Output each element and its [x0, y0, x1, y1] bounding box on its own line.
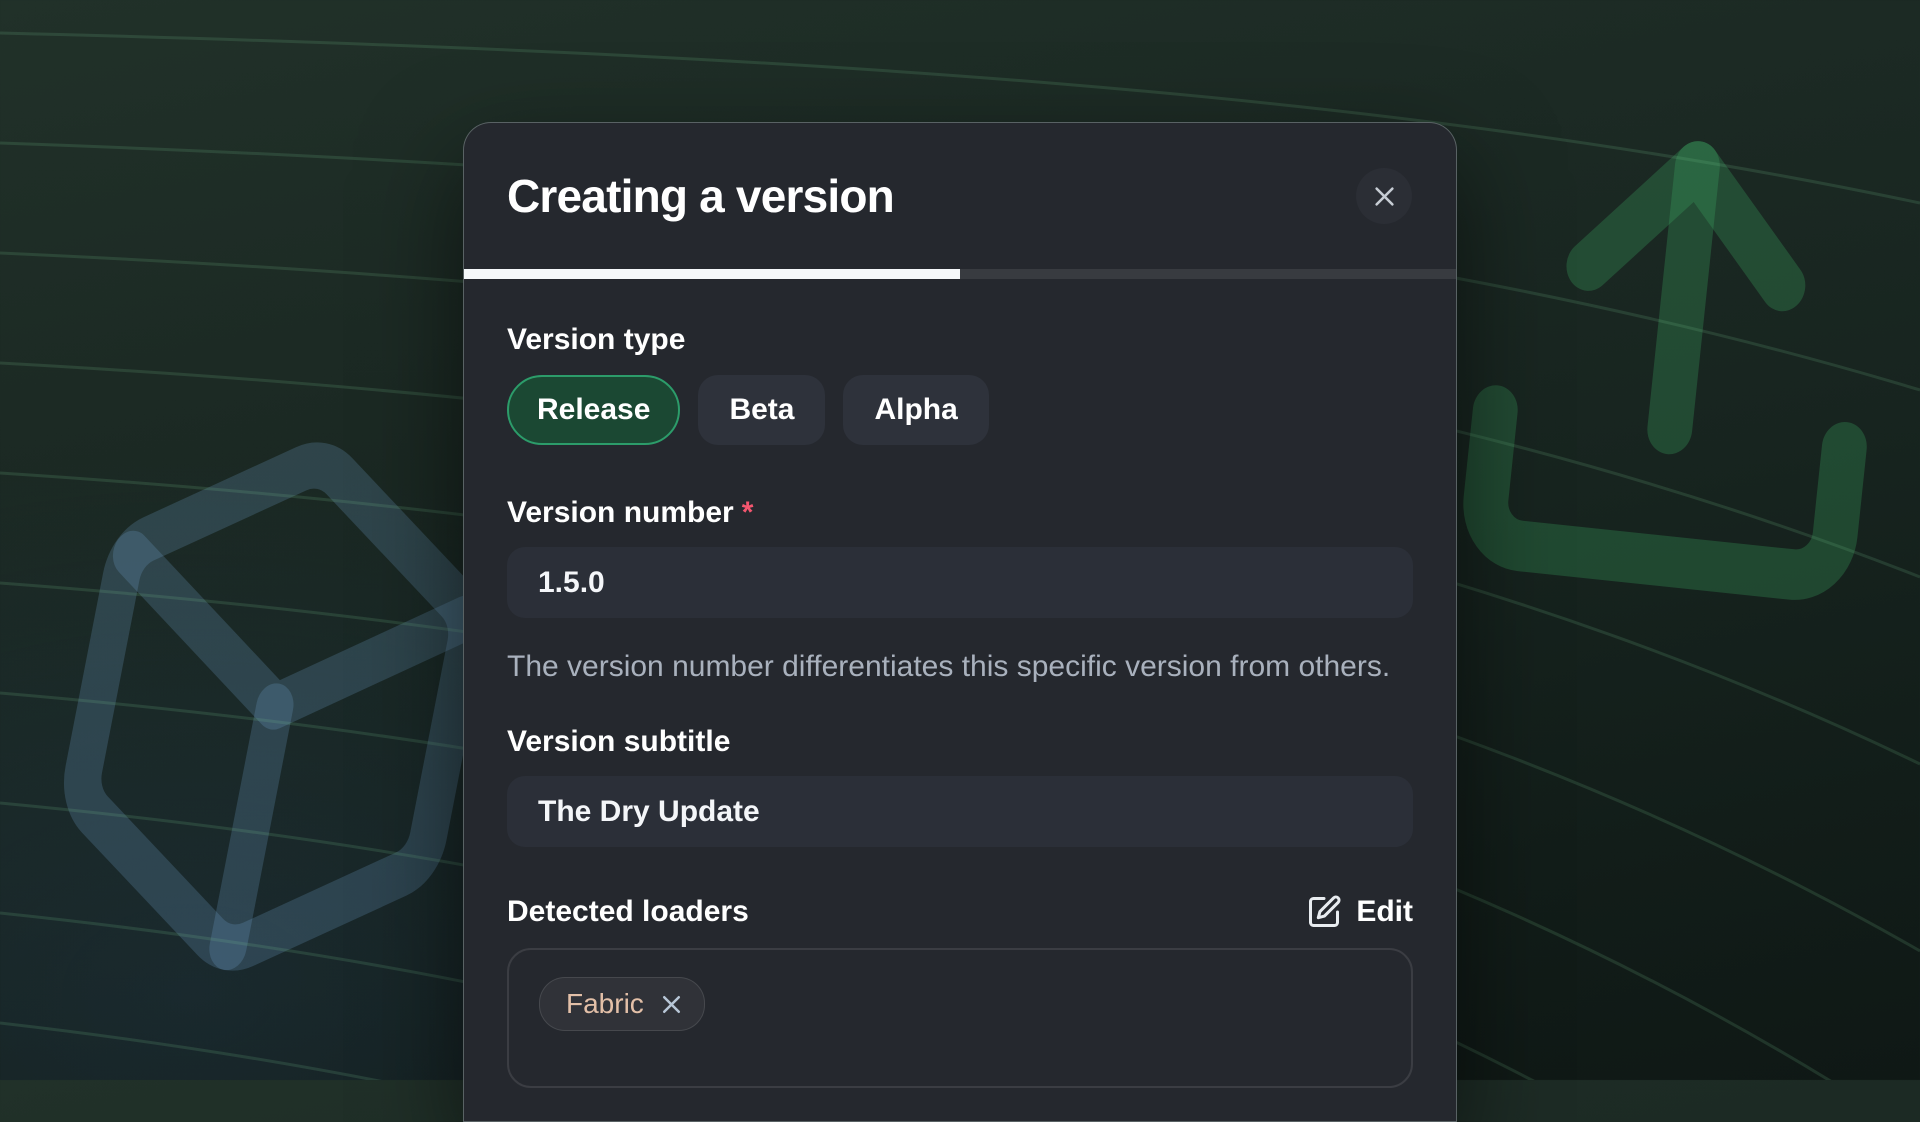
remove-loader-button[interactable]: [659, 992, 684, 1017]
edit-button-label: Edit: [1356, 895, 1413, 929]
progress-bar-fill: [464, 269, 960, 279]
version-type-beta-button[interactable]: Beta: [698, 375, 825, 445]
remove-x-icon: [659, 992, 684, 1017]
detected-loaders-row: Detected loaders Edit: [507, 892, 1413, 932]
create-version-modal: Creating a version Version type Release …: [463, 122, 1457, 1122]
version-number-input[interactable]: [507, 547, 1413, 618]
page: { "modal": { "title": "Creating a versio…: [0, 0, 1920, 1080]
edit-loaders-button[interactable]: Edit: [1306, 894, 1413, 930]
modal-title: Creating a version: [507, 169, 894, 223]
progress-bar: [464, 269, 1456, 279]
modal-body: Version type Release Beta Alpha Version …: [464, 322, 1456, 1088]
version-subtitle-label: Version subtitle: [507, 724, 1413, 760]
upload-arrow-icon: [1481, 148, 1871, 579]
loader-chip-label: Fabric: [566, 988, 644, 1020]
detected-loaders-label: Detected loaders: [507, 894, 749, 930]
version-type-alpha-button[interactable]: Alpha: [843, 375, 988, 445]
version-type-label: Version type: [507, 322, 1413, 358]
version-number-label: Version number*: [507, 495, 1413, 531]
version-number-label-text: Version number: [507, 496, 734, 529]
version-type-release-button[interactable]: Release: [507, 375, 680, 445]
pencil-square-icon: [1306, 894, 1342, 930]
close-button[interactable]: [1356, 168, 1412, 224]
modal-header: Creating a version: [464, 123, 1456, 269]
version-type-options: Release Beta Alpha: [507, 375, 1413, 445]
required-asterisk: *: [742, 496, 754, 529]
version-subtitle-input[interactable]: [507, 776, 1413, 847]
version-number-help: The version number differentiates this s…: [507, 644, 1413, 689]
cube-wireframe-icon: [56, 433, 494, 981]
loader-chip-fabric: Fabric: [539, 977, 705, 1031]
detected-loaders-box: Fabric: [507, 948, 1413, 1088]
close-x-icon: [1371, 183, 1398, 210]
